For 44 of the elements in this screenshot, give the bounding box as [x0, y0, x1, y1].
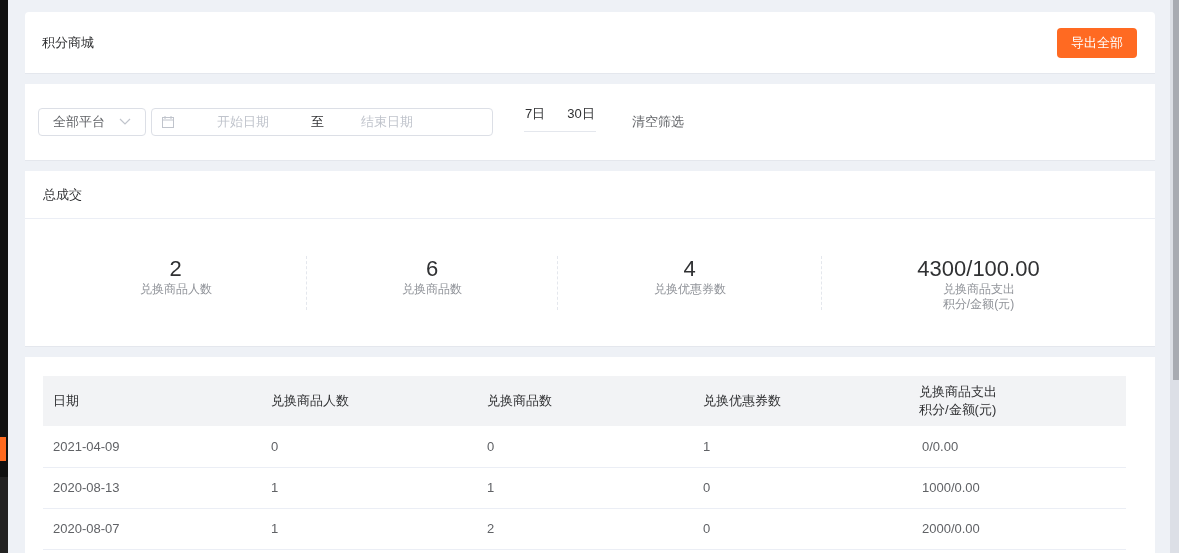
section-title: 总成交 — [43, 185, 82, 204]
table-cell: 0/0.00 — [909, 426, 1126, 467]
table-cell: 0 — [261, 426, 477, 467]
calendar-icon — [162, 116, 174, 128]
range-tab[interactable]: 7日 — [524, 103, 547, 124]
column-header: 兑换优惠券数 — [703, 392, 781, 410]
column-header: 兑换商品数 — [487, 392, 552, 410]
stat-value: 2 — [169, 255, 182, 282]
table-cell: 0 — [693, 508, 909, 549]
page-title: 积分商城 — [42, 33, 94, 52]
column-header: 积分/金额(元) — [919, 401, 997, 419]
range-separator: 至 — [311, 113, 324, 132]
stat-value: 4 — [683, 255, 696, 282]
date-range-field[interactable]: 开始日期 至 结束日期 — [151, 108, 493, 136]
clear-filters-link[interactable]: 清空筛选 — [631, 112, 684, 132]
table-cell: 2021-04-09 — [43, 426, 261, 467]
stat-label: 兑换优惠券数 — [653, 281, 726, 297]
start-date-placeholder: 开始日期 — [217, 113, 269, 132]
column-header: 兑换商品支出 — [919, 383, 997, 401]
end-date-placeholder: 结束日期 — [361, 113, 413, 132]
table-cell: 1 — [693, 426, 909, 467]
table-cell: 2000/0.00 — [909, 508, 1126, 549]
table-cell: 2020-08-13 — [43, 467, 261, 508]
stat-value: 4300/100.00 — [917, 255, 1040, 282]
stat-label: 积分/金额(元) — [942, 296, 1015, 312]
stat-label: 兑换商品数 — [402, 281, 462, 297]
range-tab[interactable]: 30日 — [566, 103, 596, 124]
active-marker — [0, 437, 6, 461]
table-cell: 2 — [477, 508, 693, 549]
column-header: 日期 — [53, 392, 79, 410]
table-cell: 1 — [477, 467, 693, 508]
chevron-down-icon — [119, 118, 131, 126]
stat-label: 兑换商品支出 — [942, 281, 1015, 297]
scrollbar-thumb[interactable] — [1173, 0, 1179, 380]
table-cell: 1000/0.00 — [909, 467, 1126, 508]
column-header: 兑换商品人数 — [271, 392, 349, 410]
table-cell: 2020-08-07 — [43, 508, 261, 549]
table-cell: 1 — [261, 508, 477, 549]
table-cell: 0 — [693, 467, 909, 508]
platform-select[interactable]: 全部平台 — [38, 108, 146, 136]
table-cell: 0 — [477, 426, 693, 467]
stat-value: 6 — [425, 255, 439, 282]
table-cell: 1 — [261, 467, 477, 508]
stat-label: 兑换商品人数 — [139, 281, 212, 297]
